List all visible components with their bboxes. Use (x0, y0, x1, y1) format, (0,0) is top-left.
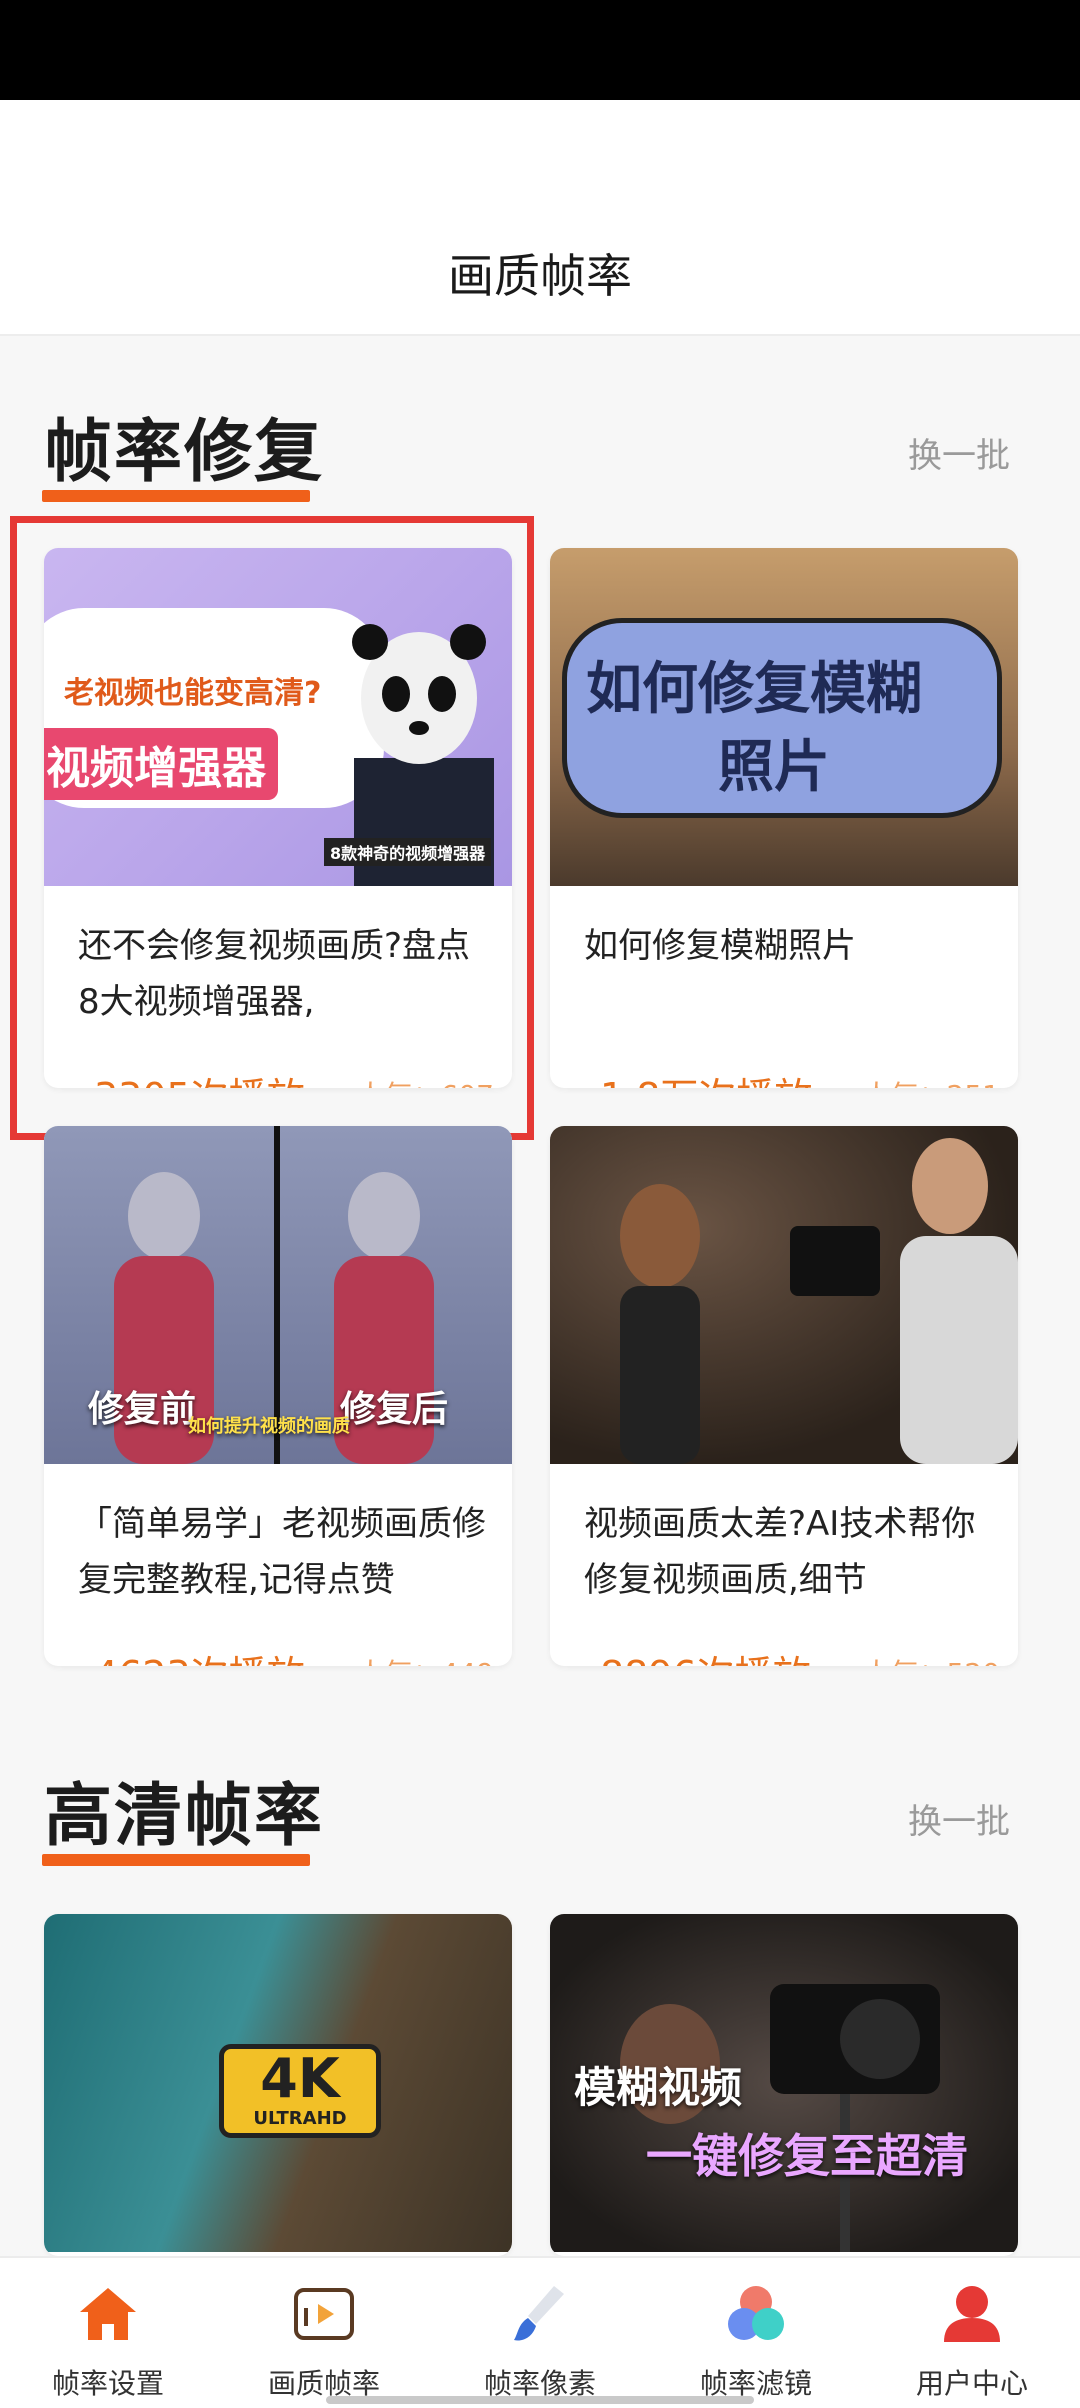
ultrahd-label: ULTRAHD (253, 2108, 347, 2129)
home-indicator (326, 2396, 754, 2404)
refresh-button[interactable]: 换一批 (908, 428, 1010, 477)
thumbnail-headline: 一键修复至超清 (646, 2129, 968, 2183)
popularity-count: 人气：520 (863, 1652, 1000, 1666)
tab-quality-frame[interactable]: 画质帧率 (216, 2258, 432, 2408)
section-title-frame-repair: 帧率修复 (44, 413, 325, 492)
thumbnail-caption: 模糊视频 (574, 2063, 743, 2112)
play-count: 4623次播放 (94, 1644, 305, 1666)
app-header: 画质帧率 (0, 100, 1080, 336)
video-title: 视频画质太差?AI技术帮你修复视频画质,细节 (584, 1504, 976, 1600)
brush-icon (514, 2286, 564, 2341)
page-title: 画质帧率 (448, 249, 632, 303)
video-thumbnail: 如何修复模糊 照片 (550, 548, 1018, 886)
4k-label: 4K (260, 2047, 340, 2110)
video-play-icon (294, 2288, 354, 2340)
after-label: 修复后 (340, 1389, 449, 1430)
video-title: 「简单易学」老视频画质修复完整教程,记得点赞 (78, 1504, 486, 1600)
section-underline (42, 490, 310, 502)
user-icon (944, 2286, 1000, 2342)
filming-scene (620, 1138, 1018, 1464)
video-thumbnail (550, 1126, 1018, 1464)
video-card[interactable]: 如何修复模糊 照片 如何修复模糊照片 1.8万次播放 人气：251 (550, 548, 1018, 1088)
video-title: 如何修复模糊照片 (584, 926, 856, 966)
before-label: 修复前 (88, 1389, 197, 1430)
4k-badge: 4K ULTRAHD (219, 2044, 381, 2138)
popularity-count: 人气：449 (357, 1652, 494, 1666)
bottom-tab-bar: 帧率设置 画质帧率 帧率像素 帧率滤镜 用户中心 (0, 2256, 1080, 2408)
status-bar (0, 0, 1080, 100)
thumbnail-headline-line2: 照片 (718, 735, 830, 800)
video-card[interactable]: 模糊视频 一键修复至超清 (550, 1914, 1018, 2256)
section-underline (42, 1854, 310, 1866)
thumbnail-caption: 如何提升视频的画质 (188, 1416, 350, 1437)
video-thumbnail: 修复前 修复后 如何提升视频的画质 (44, 1126, 512, 1464)
tab-frame-pixel[interactable]: 帧率像素 (432, 2258, 648, 2408)
tab-label: 用户中心 (915, 2367, 1028, 2400)
tab-user-center[interactable]: 用户中心 (864, 2258, 1080, 2408)
video-card[interactable]: 修复前 修复后 如何提升视频的画质 「简单易学」老视频画质修复完整教程,记得点赞… (44, 1126, 512, 1666)
section-title-hd-frame: 高清帧率 (44, 1777, 325, 1856)
video-thumbnail: 4K ULTRAHD (44, 1914, 512, 2252)
thumbnail-headline: 如何修复模糊 (586, 657, 922, 722)
video-card[interactable]: 4K ULTRAHD (44, 1914, 512, 2256)
color-circles-icon (728, 2286, 784, 2340)
selection-highlight (10, 516, 534, 1140)
video-card[interactable]: 视频画质太差?AI技术帮你修复视频画质,细节 8896次播放 人气：520 (550, 1126, 1018, 1666)
video-thumbnail: 模糊视频 一键修复至超清 (550, 1914, 1018, 2252)
play-count: 1.8万次播放 (600, 1066, 812, 1088)
refresh-button[interactable]: 换一批 (908, 1794, 1010, 1843)
tab-frame-settings[interactable]: 帧率设置 (0, 2258, 216, 2408)
tab-label: 帧率设置 (51, 2367, 164, 2400)
popularity-count: 人气：251 (863, 1074, 1000, 1088)
home-icon (80, 2288, 136, 2340)
tab-frame-filter[interactable]: 帧率滤镜 (648, 2258, 864, 2408)
play-count: 8896次播放 (600, 1644, 811, 1666)
